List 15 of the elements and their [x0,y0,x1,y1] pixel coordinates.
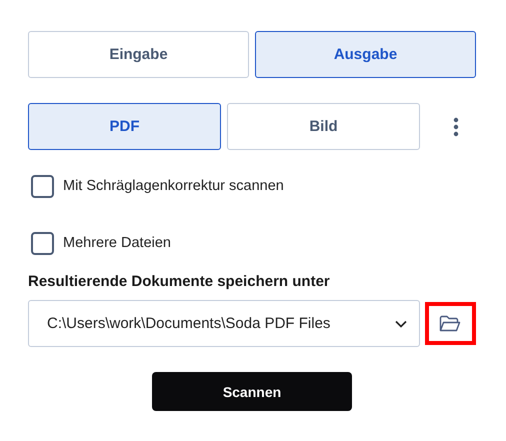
mode-tab[interactable]: Eingabe [28,31,249,78]
folder-dropdown[interactable]: C:\Users\work\Documents\Soda PDF Files [28,300,420,347]
format-tab[interactable]: PDF [28,103,221,150]
scan-button[interactable]: Scannen [152,372,352,411]
more-options-icon[interactable] [453,116,459,136]
browse-folder-button[interactable] [424,302,476,345]
mode-tab[interactable]: Ausgabe [255,31,476,78]
field-label: Resultierende Dokumente speichern unter [28,273,331,290]
checkbox-label: Mit Schräglagenkorrektur scannen [63,178,284,194]
checkbox-label: Mehrere Dateien [63,235,171,251]
folder-icon [439,314,462,332]
checkbox[interactable] [31,232,54,254]
chevron-down-icon [394,320,407,328]
checkbox[interactable] [31,174,54,198]
format-tab[interactable]: Bild [227,103,420,150]
